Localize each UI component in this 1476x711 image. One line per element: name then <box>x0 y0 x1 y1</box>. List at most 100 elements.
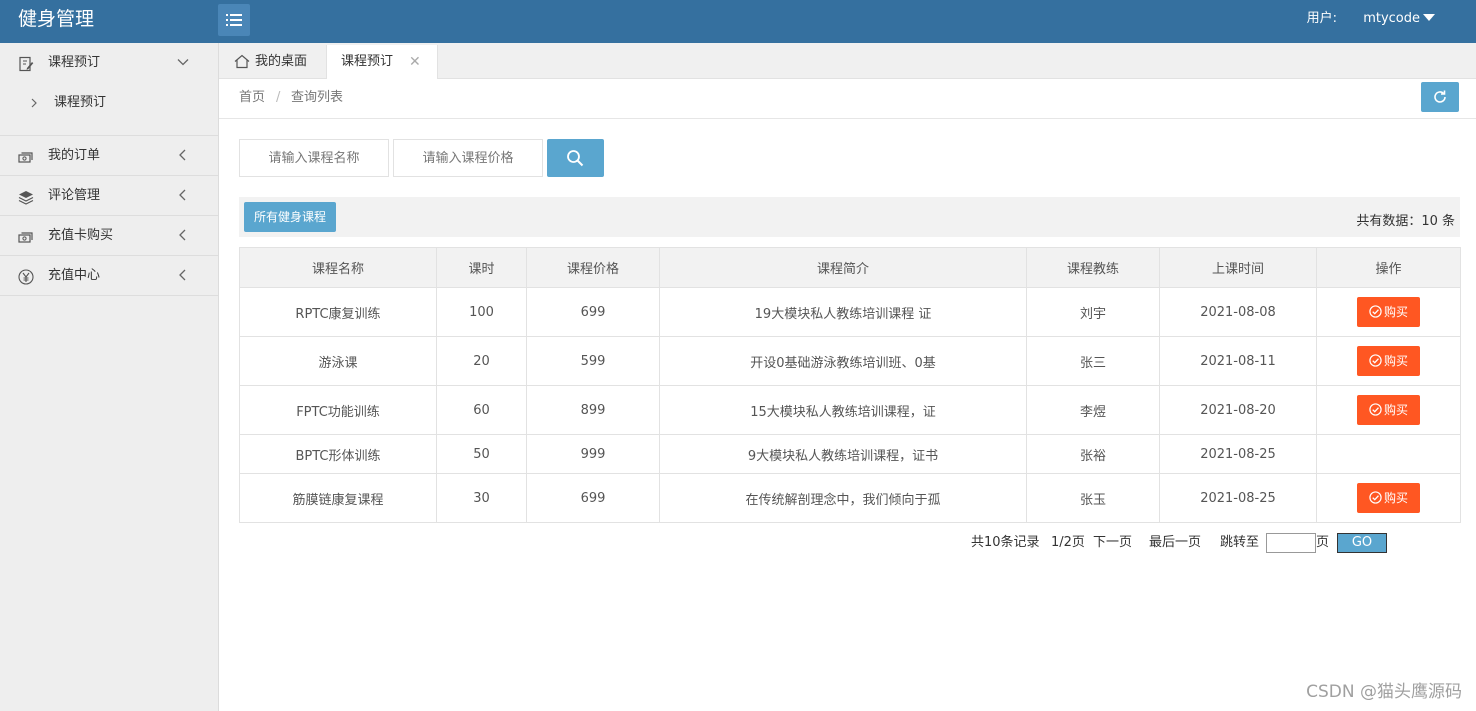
check-circle-icon <box>1369 354 1382 367</box>
cell-time: 2021-08-20 <box>1159 385 1317 435</box>
buy-button-label: 购买 <box>1383 403 1408 417</box>
column-header-intro: 课程简介 <box>659 247 1027 288</box>
cell-price: 599 <box>526 336 660 386</box>
search-button[interactable] <box>547 139 604 177</box>
cell-time: 2021-08-11 <box>1159 336 1317 386</box>
sidebar-item-label: 充值中心 <box>48 268 101 283</box>
buy-button[interactable]: 购买 <box>1357 346 1420 376</box>
cell-action: 购买 <box>1316 287 1461 337</box>
buy-button-label: 购买 <box>1383 491 1408 505</box>
tab-my-desktop[interactable]: 我的桌面 <box>219 45 327 79</box>
breadcrumb: 首页 / 查询列表 <box>219 79 1476 119</box>
cell-hours: 50 <box>436 434 527 474</box>
cell-action: 购买 <box>1316 473 1461 523</box>
cash-icon <box>18 152 33 163</box>
cash-icon <box>18 232 33 243</box>
cell-time: 2021-08-08 <box>1159 287 1317 337</box>
chevron-left-icon <box>179 189 186 201</box>
pager-next-link[interactable]: 下一页 <box>1093 533 1132 553</box>
sidebar-subitem-label: 课程预订 <box>54 95 107 110</box>
cell-hours: 30 <box>436 473 527 523</box>
menu-toggle-button[interactable] <box>218 4 250 36</box>
sidebar-item-recharge-card-purchase[interactable]: 充值卡购买 <box>0 216 218 256</box>
cell-hours: 60 <box>436 385 527 435</box>
sidebar-item-my-orders[interactable]: 我的订单 <box>0 136 218 176</box>
refresh-icon <box>1434 90 1446 103</box>
column-header-name: 课程名称 <box>239 247 437 288</box>
cell-course-name: RPTC康复训练 <box>239 287 437 337</box>
pager-jump-label: 跳转至 <box>1220 535 1260 550</box>
cell-coach: 张玉 <box>1026 473 1160 523</box>
tab-bar: 我的桌面 课程预订 ✕ <box>219 43 1476 79</box>
edit-doc-icon <box>19 56 34 72</box>
cell-course-name: 筋膜链康复课程 <box>239 473 437 523</box>
table-row: 游泳课 20 599 开设0基础游泳教练培训班、0基 张三 2021-08-11… <box>239 336 1461 386</box>
breadcrumb-separator: / <box>276 90 281 105</box>
cell-coach: 张三 <box>1026 336 1160 386</box>
sidebar-item-course-booking-header[interactable]: 课程预订 <box>0 43 218 83</box>
all-courses-button[interactable]: 所有健身课程 <box>244 202 336 232</box>
pager-last-link[interactable]: 最后一页 <box>1149 533 1201 553</box>
cell-course-name: BPTC形体训练 <box>239 434 437 474</box>
pager-go-button[interactable]: GO <box>1337 533 1387 553</box>
cell-action <box>1316 434 1461 474</box>
close-icon[interactable]: ✕ <box>409 45 421 79</box>
cell-intro: 15大模块私人教练培训课程，证 <box>659 385 1027 435</box>
sidebar-item-comment-management[interactable]: 评论管理 <box>0 176 218 216</box>
cell-coach: 李煜 <box>1026 385 1160 435</box>
chevron-left-icon <box>179 269 186 281</box>
check-circle-icon <box>1369 403 1382 416</box>
chevron-left-icon <box>179 149 186 161</box>
course-table: 课程名称 课时 课程价格 课程简介 课程教练 上课时间 操作 RPTC康复训练 … <box>239 247 1461 523</box>
cell-time: 2021-08-25 <box>1159 473 1317 523</box>
cell-intro: 9大模块私人教练培训课程，证书 <box>659 434 1027 474</box>
refresh-button[interactable] <box>1421 82 1459 112</box>
table-row: FPTC功能训练 60 899 15大模块私人教练培训课程，证 李煜 2021-… <box>239 385 1461 435</box>
search-icon <box>567 150 584 167</box>
user-menu[interactable]: 用户: mtycode <box>1306 11 1435 27</box>
sidebar-subitem-course-booking[interactable]: 课程预订 <box>0 83 218 136</box>
app-title: 健身管理 <box>18 8 95 30</box>
buy-button-label: 购买 <box>1383 354 1408 368</box>
cell-hours: 100 <box>436 287 527 337</box>
buy-button[interactable]: 购买 <box>1357 395 1420 425</box>
sidebar-item-label: 我的订单 <box>48 148 101 163</box>
check-circle-icon <box>1369 305 1382 318</box>
table-row: RPTC康复训练 100 699 19大模块私人教练培训课程 证 刘宇 2021… <box>239 287 1461 337</box>
sidebar-item-recharge-center[interactable]: 充值中心 <box>0 256 218 296</box>
sidebar-item-label: 充值卡购买 <box>48 228 114 243</box>
cell-intro: 在传统解剖理念中，我们倾向于孤 <box>659 473 1027 523</box>
breadcrumb-home[interactable]: 首页 <box>239 90 265 106</box>
course-name-search-input[interactable] <box>239 139 389 177</box>
cell-price: 999 <box>526 434 660 474</box>
buy-button[interactable]: 购买 <box>1357 483 1420 513</box>
sidebar-item-course-booking: 课程预订 课程预订 <box>0 43 218 136</box>
pager-records: 共10条记录 <box>971 535 1040 550</box>
cell-coach: 刘宇 <box>1026 287 1160 337</box>
column-header-action: 操作 <box>1316 247 1461 288</box>
cell-action: 购买 <box>1316 336 1461 386</box>
breadcrumb-current: 查询列表 <box>291 90 344 105</box>
caret-down-icon[interactable] <box>1423 14 1435 21</box>
check-circle-icon <box>1369 491 1382 504</box>
cell-course-name: FPTC功能训练 <box>239 385 437 435</box>
pager-page-indicator: 1/2页 <box>1051 535 1085 550</box>
course-price-search-input[interactable] <box>393 139 543 177</box>
chevron-left-icon <box>179 229 186 241</box>
home-icon <box>234 54 250 69</box>
column-header-hours: 课时 <box>436 247 527 288</box>
table-header-row: 课程名称 课时 课程价格 课程简介 课程教练 上课时间 操作 <box>239 247 1461 288</box>
username[interactable]: mtycode <box>1363 11 1420 26</box>
table-toolbar: 所有健身课程 共有数据：10 条 <box>239 197 1460 237</box>
buy-button[interactable]: 购买 <box>1357 297 1420 327</box>
pager-jump-input[interactable] <box>1266 533 1316 553</box>
chevron-down-icon <box>177 59 189 66</box>
watermark: CSDN @猫头鹰源码 <box>1306 682 1462 702</box>
yen-icon <box>18 269 34 285</box>
total-count: 共有数据：10 条 <box>1356 214 1455 229</box>
layers-icon <box>18 191 34 205</box>
tab-course-booking[interactable]: 课程预订 ✕ <box>327 45 438 79</box>
user-label: 用户: <box>1306 11 1338 26</box>
sidebar: 课程预订 课程预订 我的订单 评论管理 充值卡购买 充值中心 <box>0 43 219 711</box>
tab-label: 我的桌面 <box>255 54 308 69</box>
